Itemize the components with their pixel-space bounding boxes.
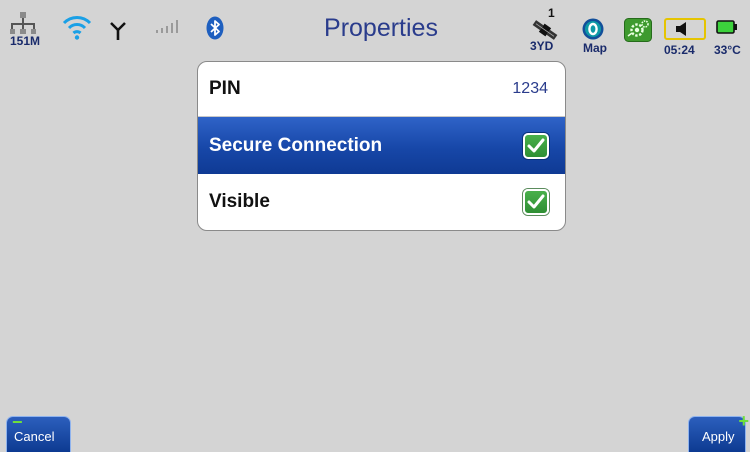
apply-label: Apply <box>702 429 735 444</box>
battery-icon <box>716 20 737 34</box>
satellite-label: 3YD <box>530 39 554 53</box>
volume-status[interactable]: 05:24 <box>664 18 710 62</box>
cancel-button[interactable]: − Cancel <box>6 412 71 452</box>
checkmark-icon <box>527 194 545 209</box>
pin-value: 1234 <box>512 80 548 97</box>
minus-icon: − <box>12 412 23 432</box>
battery-status[interactable]: 33°C <box>714 20 750 62</box>
secure-connection-label: Secure Connection <box>209 134 383 156</box>
gps-status[interactable]: 1 3YD <box>528 6 564 58</box>
map-status[interactable]: Map <box>582 18 616 62</box>
property-row-secure-connection[interactable]: Secure Connection <box>198 117 565 174</box>
secure-connection-checkbox[interactable] <box>523 132 549 159</box>
speaker-icon <box>664 18 706 40</box>
pin-label: PIN <box>209 78 241 99</box>
status-bar: 151M Properties 1 3YD Map 05:24 33°C <box>0 0 750 66</box>
checkmark-icon <box>527 138 545 152</box>
property-row-pin[interactable]: PIN 1234 <box>198 62 565 117</box>
visible-checkbox[interactable] <box>523 189 549 215</box>
visible-label: Visible <box>209 191 270 212</box>
clock-time: 05:24 <box>664 43 695 57</box>
plus-icon: + <box>738 411 749 431</box>
map-label: Map <box>583 41 607 55</box>
property-row-visible[interactable]: Visible <box>198 174 565 230</box>
temperature-label: 33°C <box>714 43 741 57</box>
settings-status[interactable] <box>624 18 652 47</box>
properties-list: PIN 1234 Secure Connection Visible <box>197 61 566 231</box>
gear-icon <box>624 18 652 42</box>
apply-button[interactable]: + Apply <box>688 412 749 452</box>
map-icon <box>582 18 604 40</box>
